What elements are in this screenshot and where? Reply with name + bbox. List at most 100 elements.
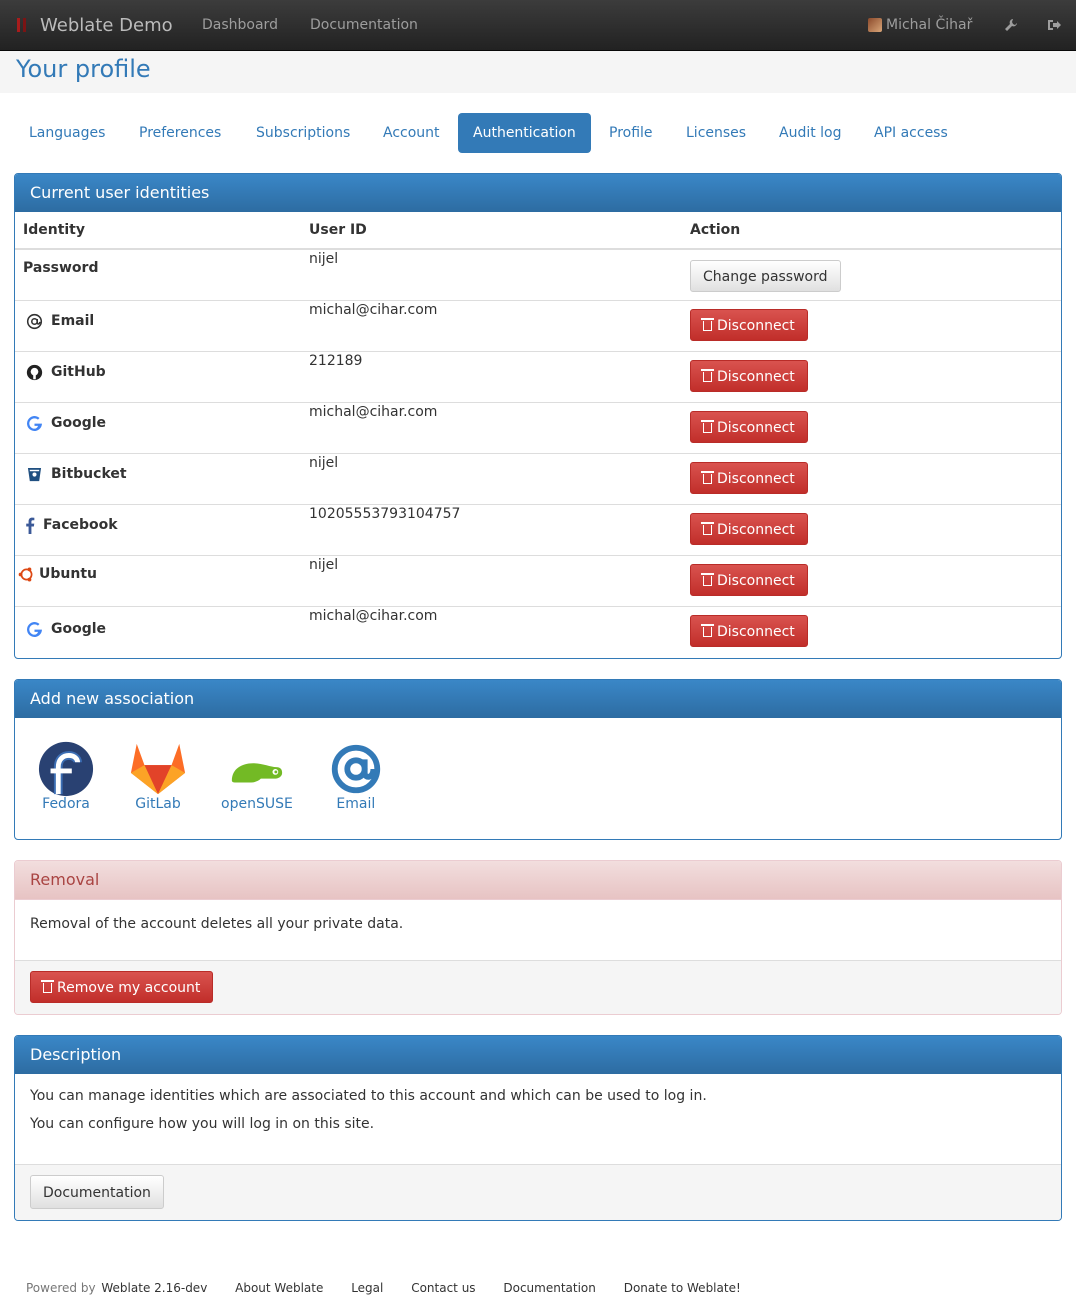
provider-label: openSUSE [221, 796, 293, 812]
user-id: nijel [301, 248, 682, 300]
identities-table: Identity User ID Action Password nijel C… [15, 212, 1061, 657]
disconnect-button[interactable]: Disconnect [690, 563, 808, 596]
removal-footer: Remove my account [15, 960, 1061, 1014]
provider-label: GitLab [135, 796, 181, 812]
identity-name: Ubuntu [39, 566, 97, 582]
column-header: User ID [301, 212, 682, 250]
footer-link-donate[interactable]: Donate to Weblate! [624, 1281, 741, 1295]
weblate-version-link[interactable]: Weblate 2.16-dev [101, 1281, 207, 1295]
table-row: Ubuntu nijel Disconnect [15, 554, 1061, 606]
tab-preferences[interactable]: Preferences [124, 113, 236, 153]
logout-icon[interactable] [1047, 0, 1061, 50]
identities-heading: Current user identities [15, 174, 1061, 212]
trash-icon [701, 470, 714, 484]
table-row: Bitbucket nijel Disconnect [15, 452, 1061, 504]
identity-name: Google [51, 415, 107, 431]
at-icon [23, 313, 45, 330]
brand-name: Weblate Demo [40, 14, 173, 36]
fedora-icon [38, 741, 94, 797]
identity-name: Bitbucket [51, 466, 127, 482]
identity-name: Password [23, 260, 99, 276]
tab-licenses[interactable]: Licenses [671, 113, 761, 153]
description-heading: Description [15, 1036, 1061, 1074]
page-header: Your profile [0, 51, 1076, 93]
github-icon [23, 364, 45, 381]
powered-by-text: Powered by [26, 1281, 96, 1295]
table-row: Email michal@cihar.com Disconnect [15, 299, 1061, 351]
identity-name: Email [51, 313, 95, 329]
table-row: Password nijel Change password [15, 248, 1061, 300]
trash-icon [41, 980, 54, 993]
identity-name: Google [51, 621, 107, 637]
change-password-button[interactable]: Change password [690, 260, 841, 292]
provider-fedora[interactable]: Fedora [37, 740, 95, 836]
disconnect-button[interactable]: Disconnect [690, 614, 808, 647]
tab-profile[interactable]: Profile [594, 113, 668, 153]
table-row: GitHub 212189 Disconnect [15, 350, 1061, 402]
add-association-panel: Add new association Fedora GitLab openSU… [14, 679, 1062, 840]
removal-panel: Removal Removal of the account deletes a… [14, 860, 1062, 1015]
column-header: Action [682, 212, 1061, 250]
disconnect-button[interactable]: Disconnect [690, 512, 808, 545]
provider-email[interactable]: Email [327, 740, 385, 836]
nav-dashboard[interactable]: Dashboard [202, 0, 278, 50]
disconnect-button[interactable]: Disconnect [690, 359, 808, 392]
page-footer: Powered by Weblate 2.16-dev About Weblat… [26, 1281, 741, 1295]
disconnect-button[interactable]: Disconnect [690, 410, 808, 443]
trash-icon [701, 368, 714, 382]
google-icon [23, 621, 45, 638]
description-line: You can configure how you will log in on… [30, 1116, 375, 1132]
wrench-icon[interactable] [1004, 0, 1018, 50]
google-icon [23, 415, 45, 432]
trash-icon [701, 419, 714, 433]
user-id: michal@cihar.com [301, 605, 682, 657]
footer-link-documentation[interactable]: Documentation [503, 1281, 596, 1295]
identity-name: Facebook [43, 517, 118, 533]
user-id: michal@cihar.com [301, 299, 682, 351]
trash-icon [701, 572, 714, 586]
removal-heading: Removal [15, 861, 1061, 900]
user-id: michal@cihar.com [301, 401, 682, 453]
remove-account-button[interactable]: Remove my account [30, 971, 214, 1003]
user-id: nijel [301, 452, 682, 504]
user-menu[interactable]: Michal Čihař [868, 0, 972, 50]
tab-api-access[interactable]: API access [859, 113, 963, 153]
email-at-icon [331, 744, 380, 794]
page-title: Your profile [16, 55, 151, 83]
identity-name: GitHub [51, 364, 106, 380]
nav-documentation[interactable]: Documentation [310, 0, 418, 50]
description-body: You can manage identities which are asso… [15, 1074, 1061, 1164]
footer-link-legal[interactable]: Legal [351, 1281, 383, 1295]
footer-link-about[interactable]: About Weblate [235, 1281, 323, 1295]
weblate-logo-icon [16, 16, 34, 34]
footer-link-contact[interactable]: Contact us [411, 1281, 475, 1295]
user-name: Michal Čihař [886, 17, 973, 33]
tab-authentication[interactable]: Authentication [458, 113, 591, 153]
provider-list: Fedora GitLab openSUSE Email [15, 718, 1061, 836]
gitlab-icon [130, 743, 186, 795]
user-id: 212189 [301, 350, 682, 402]
tab-subscriptions[interactable]: Subscriptions [241, 113, 365, 153]
disconnect-button[interactable]: Disconnect [690, 461, 808, 494]
tab-audit-log[interactable]: Audit log [764, 113, 857, 153]
provider-label: Email [336, 796, 376, 812]
removal-text: Removal of the account deletes all your … [30, 916, 404, 932]
description-line: You can manage identities which are asso… [30, 1088, 707, 1104]
user-id: nijel [301, 554, 682, 606]
tab-account[interactable]: Account [368, 113, 455, 153]
avatar [868, 18, 882, 32]
trash-icon [701, 623, 714, 637]
opensuse-icon [231, 763, 283, 783]
provider-opensuse[interactable]: openSUSE [221, 740, 293, 836]
add-association-heading: Add new association [15, 680, 1061, 718]
user-id: 10205553793104757 [301, 503, 682, 555]
documentation-button[interactable]: Documentation [30, 1175, 164, 1209]
provider-gitlab[interactable]: GitLab [129, 740, 187, 836]
provider-label: Fedora [42, 796, 90, 812]
disconnect-button[interactable]: Disconnect [690, 308, 808, 341]
facebook-icon [23, 517, 37, 534]
brand-link[interactable]: Weblate Demo [16, 0, 173, 50]
tab-languages[interactable]: Languages [14, 113, 120, 153]
trash-icon [701, 521, 714, 535]
description-panel: Description You can manage identities wh… [14, 1035, 1062, 1221]
